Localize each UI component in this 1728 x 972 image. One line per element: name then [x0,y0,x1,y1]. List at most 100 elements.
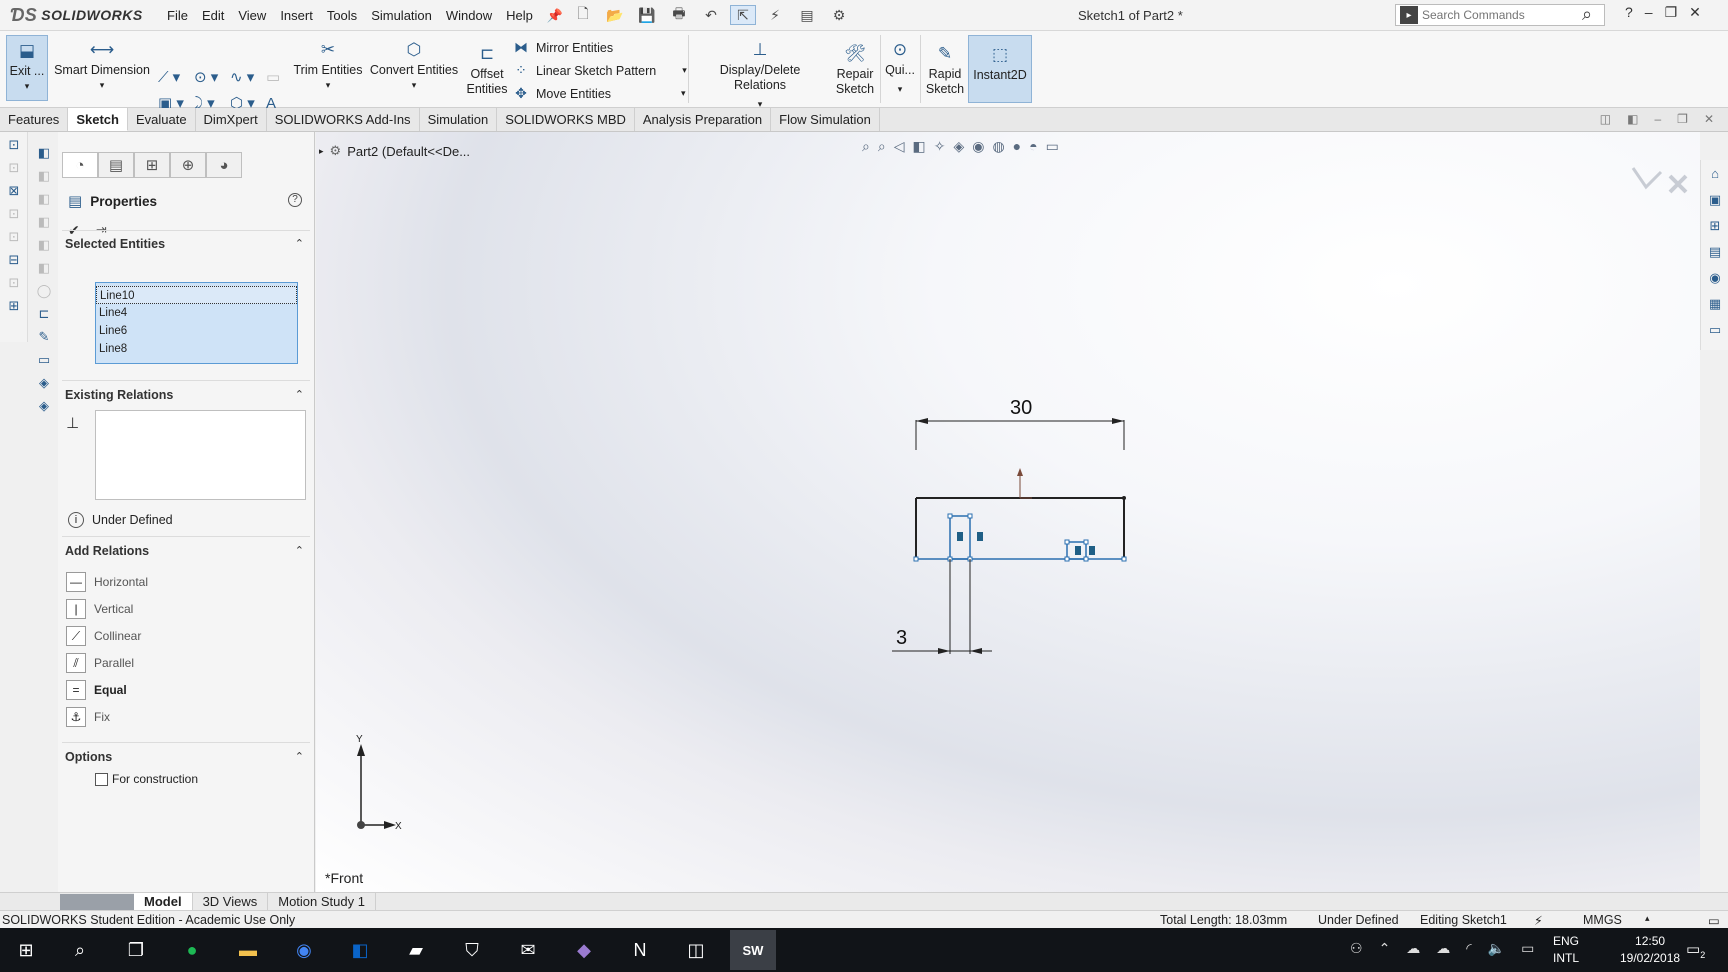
custom-properties-icon[interactable]: ▦ [1705,296,1725,316]
line-tool-icon[interactable]: ⟋ ▾ [158,67,194,87]
tab-scroll-buttons[interactable] [60,893,134,910]
people-icon[interactable]: ⚇ [1350,940,1363,957]
display-manager-tab-icon[interactable]: ◕ [206,152,242,178]
minimize-icon[interactable]: – [1645,4,1653,21]
onedrive-icon[interactable]: ☁ [1406,940,1420,957]
linear-sketch-pattern-button[interactable]: ⁘ Linear Sketch Pattern ▾ [512,62,687,79]
relation-fix[interactable]: ⚓ Fix [66,707,110,727]
relation-vertical[interactable]: | Vertical [66,599,133,619]
sketch-icon-6[interactable]: ⊟ [4,252,24,270]
action-center-icon[interactable]: ▭2 [1686,940,1705,960]
options-gear-icon[interactable]: ⚙ [826,5,852,25]
sketch-geometry[interactable] [913,468,1127,562]
relation-parallel[interactable]: ⫽ Parallel [66,653,134,673]
menu-window[interactable]: Window [439,6,499,26]
convert-entities-button[interactable]: ⬡ Convert Entities ▾ [368,37,460,93]
list-item[interactable]: Line6 [96,322,297,340]
home-icon[interactable]: ⌂ [1705,166,1725,186]
add-relations-collapse-icon[interactable]: ⌃ [295,544,304,557]
rapid-sketch-button[interactable]: ✎ Rapid Sketch [922,41,968,97]
sketch-icon-4[interactable]: ⊡ [4,206,24,224]
tab-simulation[interactable]: Simulation [420,108,498,131]
relation-collinear[interactable]: ⟋ Collinear [66,626,141,646]
sketch-icon-1[interactable]: ⊡ [4,137,24,155]
mail-icon[interactable]: ✉ [514,936,542,964]
menu-help[interactable]: Help [499,6,540,26]
units-dropdown-icon[interactable]: ▴ [1645,913,1650,924]
dimension-30-text[interactable]: 30 [1010,397,1032,419]
chrome-icon[interactable]: ◉ [290,936,318,964]
display-delete-relations-button[interactable]: ⊥ Display/Delete Relations ▾ [692,37,828,112]
menu-simulation[interactable]: Simulation [364,6,439,26]
help-icon[interactable]: ? [1625,4,1633,21]
sticky-notes-icon[interactable]: ▰ [402,936,430,964]
property-manager-tab-icon[interactable]: ▤ [98,152,134,178]
options-collapse-icon[interactable]: ⌃ [295,750,304,763]
quick-snaps-button[interactable]: ⊙ Qui... ▾ [882,37,918,97]
volume-icon[interactable]: 🔈 [1488,940,1505,957]
viewport-restore-icon[interactable]: ❐ [1677,112,1688,126]
selected-entities-collapse-icon[interactable]: ⌃ [295,237,304,250]
existing-relations-list[interactable] [95,410,306,500]
tab-motion-study[interactable]: Motion Study 1 [268,892,376,911]
tab-mbd[interactable]: SOLIDWORKS MBD [497,108,635,131]
task-view-icon[interactable]: ❐ [122,936,150,964]
viewport-split-icon[interactable]: ◧ [1627,112,1638,126]
configuration-manager-tab-icon[interactable]: ⊞ [134,152,170,178]
design-library-icon[interactable]: ⊞ [1705,218,1725,238]
solidworks-logo[interactable]: ƊS SOLIDWORKS [10,4,143,26]
list-item[interactable]: Line10 [96,286,297,304]
move-entities-button[interactable]: ✥ Move Entities ▾ [512,85,685,102]
instant2d-button[interactable]: ⬚ Instant2D [968,35,1032,103]
input-language[interactable]: ENG INTL [1553,933,1579,967]
feature-manager-tab-icon[interactable]: ◔ [62,152,98,178]
undo-icon[interactable]: ↶ [698,5,724,25]
relation-equal[interactable]: = Equal [66,680,127,700]
sketch-icon-5[interactable]: ⊡ [4,229,24,247]
pin-icon[interactable]: 📌 [540,6,570,26]
view-icon-8[interactable]: ⊏ [34,306,54,324]
relation-horizontal[interactable]: — Horizontal [66,572,148,592]
clock[interactable]: 12:50 19/02/2018 [1620,933,1680,967]
viewport-icon[interactable]: ◫ [1600,112,1611,126]
pm-help-icon[interactable]: ? [288,193,302,207]
sketch-icon-2[interactable]: ⊡ [4,160,24,178]
file-explorer-icon[interactable]: ▤ [1705,244,1725,264]
restore-icon[interactable]: ❐ [1665,4,1678,21]
select-pointer-icon[interactable]: ⇱ [730,5,756,25]
selected-entities-list[interactable]: Line10 Line4 Line6 Line8 [95,282,298,364]
status-message-icon[interactable]: ▭ [1708,913,1720,928]
for-construction-checkbox[interactable] [95,772,108,786]
view-icon-3[interactable]: ◧ [34,191,54,209]
sketch-icon-7[interactable]: ⊡ [4,275,24,293]
search-commands-icon[interactable]: ▸ [1400,6,1418,24]
menu-view[interactable]: View [231,6,273,26]
sketch-canvas[interactable]: 30 3 Y X [316,132,1700,892]
menu-edit[interactable]: Edit [195,6,231,26]
tab-features[interactable]: Features [0,108,69,131]
units-text[interactable]: MMGS [1583,913,1622,927]
windows-start-icon[interactable]: ⊞ [12,936,40,964]
view-icon-4[interactable]: ◧ [34,214,54,232]
search-magnifier-icon[interactable]: ⌕ [1582,4,1592,25]
file-properties-icon[interactable]: ▤ [794,5,820,25]
outlook-icon[interactable]: ◧ [346,936,374,964]
sketch-icon-8[interactable]: ⊞ [4,298,24,316]
store-icon[interactable]: ⛉ [458,936,486,964]
repair-sketch-button[interactable]: 🛠 Repair Sketch [830,41,880,97]
view-icon-11[interactable]: ◈ [34,375,54,393]
dimxpert-manager-tab-icon[interactable]: ⊕ [170,152,206,178]
dimension-3-text[interactable]: 3 [896,627,907,649]
onenote-icon[interactable]: N [626,936,654,964]
rebuild-indicator-icon[interactable]: ⚡ [1534,913,1543,928]
save-icon[interactable]: 💾 [634,5,660,25]
tab-sketch[interactable]: Sketch [68,108,128,131]
forum-icon[interactable]: ▭ [1705,322,1725,342]
smart-dimension-button[interactable]: ⟷ Smart Dimension ▾ [52,37,152,93]
open-folder-icon[interactable]: 📂 [602,5,628,25]
tab-3d-views[interactable]: 3D Views [193,892,269,911]
view-icon-5[interactable]: ◧ [34,237,54,255]
rebuild-icon[interactable]: ⚡ [762,5,788,25]
view-icon-7[interactable]: ◯ [34,283,54,301]
tab-evaluate[interactable]: Evaluate [128,108,196,131]
